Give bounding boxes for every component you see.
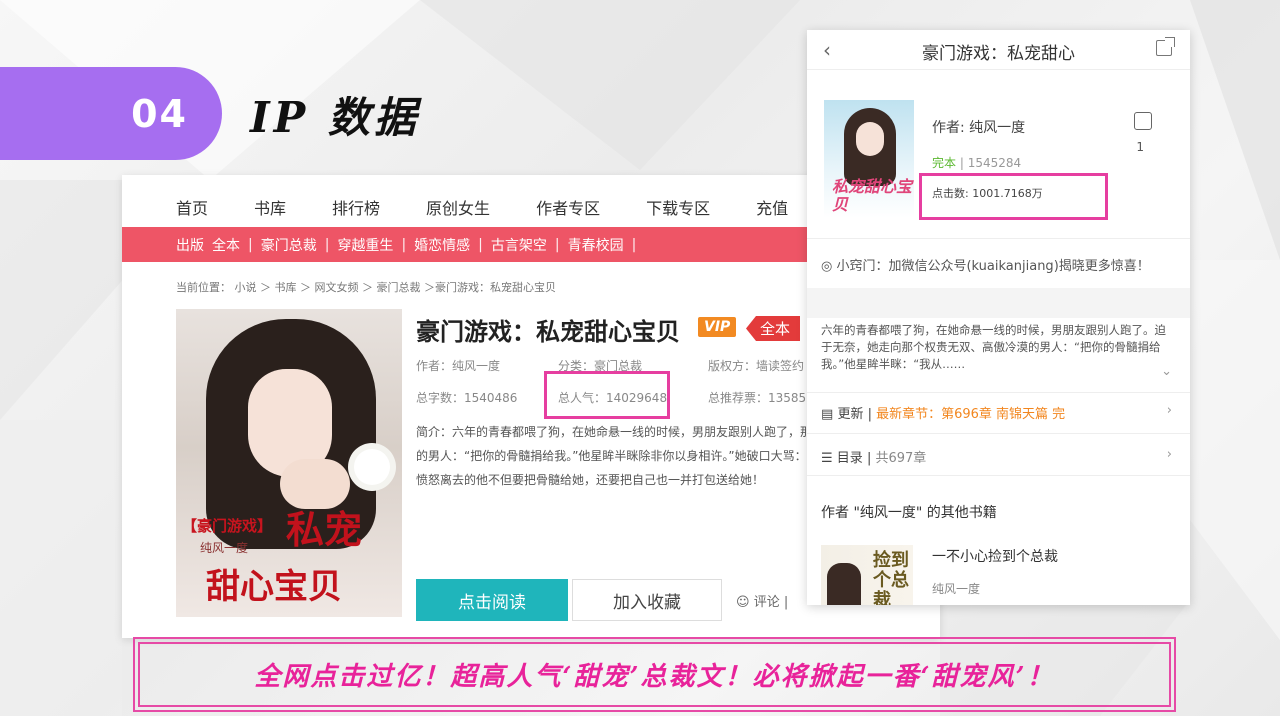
chevron-right-icon[interactable]: ›: [1167, 403, 1172, 418]
cover-author: 纯风一度: [200, 541, 249, 555]
category-item[interactable]: 出版: [176, 235, 204, 255]
thumbs-up-icon[interactable]: [1134, 112, 1152, 130]
toc-row[interactable]: ☰ 目录 | 共697章: [821, 447, 926, 466]
vip-badge: VIP: [698, 317, 737, 337]
cover-tag: 【豪门游戏】: [182, 517, 273, 535]
flower-icon: [354, 449, 390, 485]
tip-icon: ◎: [821, 259, 833, 274]
favorite-button[interactable]: 加入收藏: [572, 579, 722, 621]
book-cover[interactable]: 【豪门游戏】 纯风一度 私宠 甜心宝贝: [176, 309, 402, 617]
clicks-highlight: [919, 173, 1108, 220]
nav-library[interactable]: 书库: [254, 195, 286, 219]
divider: [807, 238, 1190, 239]
slogan-banner: 全网点击过亿！超高人气‘甜宠’总裁文！必将掀起一番‘甜宠风’！: [133, 637, 1176, 712]
other-book-cover[interactable]: 捡到个总裁: [821, 545, 913, 605]
book-author: 作者：纯风一度: [416, 359, 501, 373]
divider: [807, 392, 1190, 393]
read-button[interactable]: 点击阅读: [416, 579, 568, 621]
toc-count: 共697章: [875, 451, 927, 466]
complete-badge: 全本: [746, 316, 801, 341]
list-icon: ☰: [821, 451, 833, 466]
comment-label: 评论 |: [753, 595, 789, 610]
mobile-tip: ◎ 小窍门：加微信公众号(kuaikanjiang)揭晓更多惊喜！: [821, 255, 1150, 274]
other-book-author: 纯风一度: [932, 582, 981, 596]
tip-text: 小窍门：加微信公众号(kuaikanjiang)揭晓更多惊喜！: [836, 259, 1150, 274]
book-words: 总字数：1540486: [416, 391, 518, 405]
mobile-book-cover[interactable]: 私宠甜心宝贝: [824, 100, 914, 218]
top-nav: 首页 书库 排行榜 原创女生 作者专区 下载专区 充值: [176, 195, 834, 219]
category-item[interactable]: 豪门总裁: [261, 235, 317, 255]
other-book-cover-text: 捡到个总裁: [873, 550, 909, 606]
category-item[interactable]: 婚恋情感: [414, 235, 470, 255]
mobile-intro: 六年的青春都喂了狗，在她命悬一线的时候，男朋友跟别人跑了。迫于无奈，她走向那个权…: [821, 323, 1166, 371]
nav-author-zone[interactable]: 作者专区: [536, 195, 600, 219]
toc-label: 目录: [836, 451, 863, 466]
category-item[interactable]: 穿越重生: [337, 235, 393, 255]
nav-home[interactable]: 首页: [176, 195, 208, 219]
mobile-title: 豪门游戏：私宠甜心: [922, 44, 1075, 64]
like-count: 1: [1136, 140, 1144, 154]
comment-icon: ☺: [736, 595, 750, 610]
update-icon: ▤: [821, 407, 834, 422]
update-row[interactable]: ▤ 更新 | 最新章节：第696章 南锦天篇 完: [821, 403, 1065, 422]
cover-title-1: 私宠: [286, 507, 363, 552]
mobile-cover-text: 私宠甜心宝贝: [832, 177, 913, 214]
slide-number: 04: [131, 91, 188, 136]
latest-chapter: 最新章节：第696章 南锦天篇 完: [876, 407, 1066, 422]
cover-title-2: 甜心宝贝: [206, 567, 342, 607]
status-complete: 完本: [932, 156, 957, 170]
category-item[interactable]: 全本: [212, 235, 240, 255]
comment-link[interactable]: ☺ 评论 |: [736, 591, 788, 610]
nav-original-female[interactable]: 原创女生: [426, 195, 490, 219]
category-item[interactable]: 古言架空: [491, 235, 547, 255]
category-item[interactable]: 青春校园: [568, 235, 624, 255]
update-label: 更新: [837, 407, 864, 422]
mobile-author: 作者: 纯风一度: [932, 120, 1026, 136]
status-words: 1545284: [967, 156, 1022, 170]
popularity-highlight: [544, 371, 670, 419]
divider: [807, 433, 1190, 434]
chevron-right-icon[interactable]: ›: [1167, 447, 1172, 462]
nav-recharge[interactable]: 充值: [756, 195, 788, 219]
nav-download[interactable]: 下载专区: [646, 195, 710, 219]
divider: [807, 475, 1190, 476]
mobile-status: 完本 | 1545284: [932, 156, 1022, 170]
other-books-heading: 作者 "纯风一度" 的其他书籍: [821, 505, 997, 521]
section-gap: [807, 288, 1190, 318]
slogan-text: 全网点击过亿！超高人气‘甜宠’总裁文！必将掀起一番‘甜宠风’！: [138, 642, 1171, 707]
book-rights: 版权方：墙读签约: [708, 359, 805, 373]
other-book-title[interactable]: 一不小心捡到个总裁: [932, 546, 1058, 566]
share-icon[interactable]: [1156, 37, 1175, 56]
breadcrumb: 当前位置： 小说 ＞ 书库 ＞ 网文女频 ＞ 豪门总裁 ＞豪门游戏：私宠甜心宝贝: [176, 281, 556, 294]
nav-ranking[interactable]: 排行榜: [332, 195, 380, 219]
slide-title: IP 数据: [250, 93, 420, 142]
expand-chevron-icon[interactable]: ⌄: [1161, 364, 1172, 379]
mobile-header: ‹ 豪门游戏：私宠甜心: [807, 30, 1190, 70]
mobile-screenshot: ‹ 豪门游戏：私宠甜心 私宠甜心宝贝 作者: 纯风一度 1 完本 | 15452…: [807, 30, 1190, 605]
slide-number-tab: 04: [0, 67, 222, 160]
book-recommend: 总推荐票：13585: [708, 391, 807, 405]
book-title: 豪门游戏：私宠甜心宝贝: [416, 318, 680, 346]
